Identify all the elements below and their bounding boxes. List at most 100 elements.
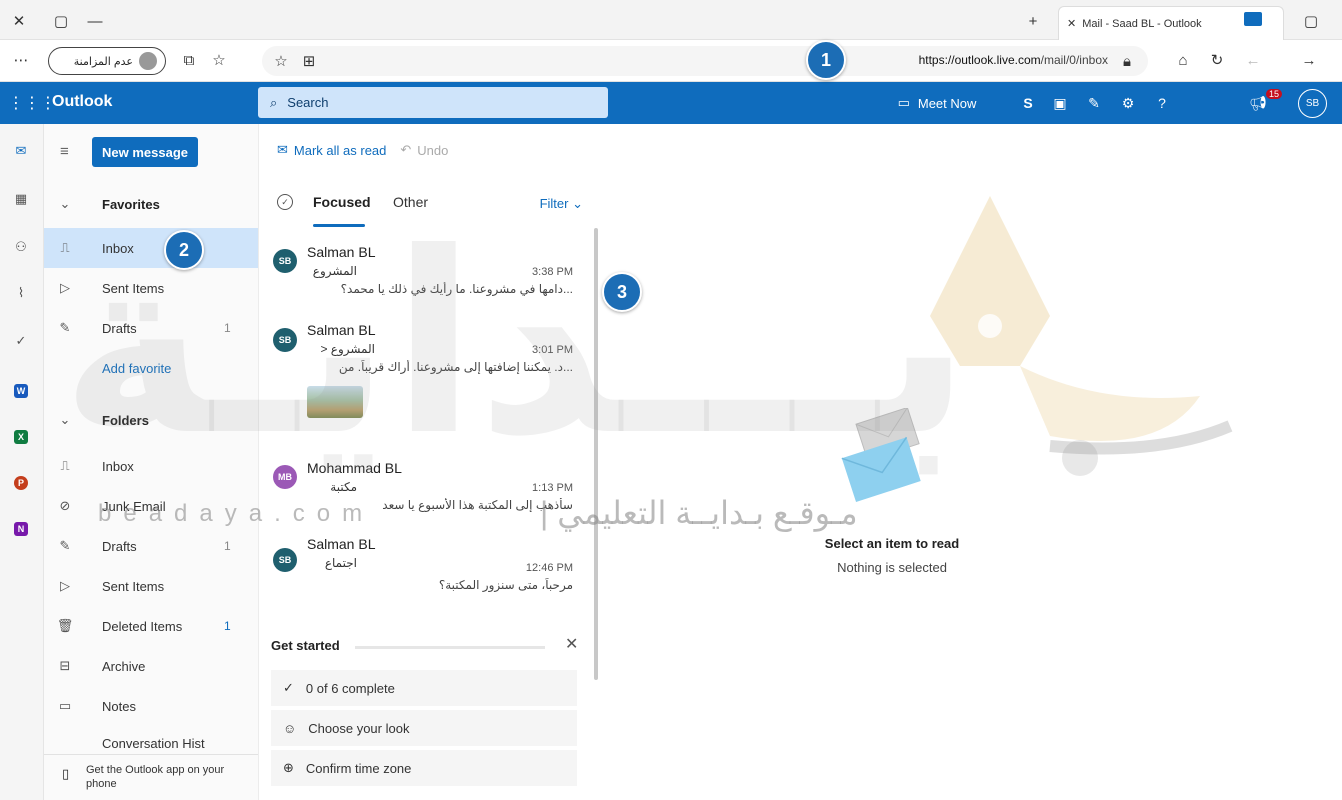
folder-sent-items[interactable]: ▷ Sent Items [44, 566, 258, 606]
powerpoint-icon[interactable]: P [14, 476, 28, 490]
forward-icon[interactable]: → [1298, 49, 1320, 71]
undo-button[interactable]: ↶ Undo [400, 142, 448, 158]
checkmark-icon: ✓ [283, 680, 294, 695]
folder-notes[interactable]: ▭ Notes [44, 686, 258, 726]
mail-icon[interactable]: ✉ [11, 142, 31, 160]
notification-badge: 15 [1266, 89, 1283, 99]
office-icon[interactable]: ▣ [1050, 92, 1070, 114]
back-icon[interactable]: ← [1242, 49, 1264, 71]
url-host: https://outlook.live.com [918, 53, 1041, 67]
command-bar: ✉ Mark all as read ↶ Undo [259, 124, 597, 176]
todo-icon[interactable]: ✓ [11, 332, 31, 350]
skype-icon[interactable]: S [1018, 92, 1038, 114]
get-started-progress-bar [355, 646, 545, 649]
url-text: https://outlook.live.com/mail/0/inbox [919, 53, 1108, 67]
collections-icon[interactable]: ⧉ [178, 49, 200, 71]
brand-title: Outlook [52, 93, 113, 110]
watermark-site: beadaya.com [98, 500, 375, 527]
meet-now-button[interactable]: ▭ Meet Now [882, 92, 992, 114]
get-started-heading: Get started [271, 638, 340, 653]
close-icon[interactable]: ✕ [565, 634, 578, 654]
more-options-icon[interactable]: ⋯ [10, 49, 32, 71]
tab-actions-icon[interactable]: ▢ [50, 10, 72, 32]
list-item[interactable]: SB Salman BL اجتماع 12:46 PM مرحباً، متى… [259, 530, 597, 606]
url-path: /mail/0/inbox [1040, 53, 1108, 67]
address-bar-row: ⋯ عدم المزامنة ⧉ ☆ ☆ ⊞ https://outlook.l… [0, 40, 1342, 82]
profile-button[interactable]: عدم المزامنة [48, 47, 166, 75]
globe-icon: ⊕ [283, 760, 294, 775]
tab-title: Mail - Saad BL - Outlook [1082, 17, 1202, 30]
profile-avatar [139, 52, 157, 70]
callout-3: 3 [602, 272, 650, 320]
minimize-icon[interactable]: — [84, 10, 106, 32]
sender-name: Salman BL [307, 536, 376, 552]
refresh-icon[interactable]: ↻ [1206, 49, 1228, 71]
outlook-tab-icon [1244, 12, 1262, 26]
word-icon[interactable]: W [14, 384, 28, 398]
window-restore-icon[interactable]: ▢ [1300, 10, 1322, 32]
my-day-icon[interactable]: ✎ [1084, 92, 1104, 114]
excel-icon[interactable]: X [14, 430, 28, 444]
choose-look-item[interactable]: ☺ Choose your look [271, 710, 577, 746]
profile-label: عدم المزامنة [73, 55, 133, 68]
pen-nib-watermark-icon [930, 196, 1233, 476]
meet-now-label: Meet Now [917, 95, 977, 111]
send-icon: ▷ [60, 578, 70, 593]
envelope-open-icon: ✉ [277, 142, 288, 157]
add-favorite-icon[interactable]: ☆ [270, 50, 292, 72]
progress-status: ✓ 0 of 6 complete [271, 670, 577, 706]
timestamp: 12:46 PM [525, 562, 573, 574]
callout-1: 1 [806, 40, 854, 88]
phone-icon: ▯ [62, 766, 70, 781]
new-tab-icon[interactable]: + [1022, 10, 1044, 32]
search-input[interactable]: ⌕ Search [258, 87, 608, 118]
callout-number: 3 [602, 272, 642, 312]
mark-all-read-button[interactable]: ✉ Mark all as read [277, 142, 386, 158]
archive-icon: ⊟ [59, 658, 71, 673]
onenote-icon[interactable]: N [14, 522, 28, 536]
close-tab-icon[interactable]: ✕ [1067, 17, 1076, 30]
undo-icon: ↶ [400, 142, 412, 157]
confirm-time-zone-item[interactable]: ⊕ Confirm time zone [271, 750, 577, 786]
favorites-bar-icon[interactable]: ☆ [208, 49, 230, 71]
url-field[interactable]: ☆ ⊞ https://outlook.live.com/mail/0/inbo… [262, 46, 1148, 76]
empty-state-title: Select an item to read [824, 536, 960, 551]
preview: مرحباً، متى سنزور المكتبة؟ [438, 578, 573, 592]
trash-icon: 🗑︎ [56, 618, 74, 633]
folder-drafts[interactable]: ✎ Drafts 1 [44, 526, 258, 566]
settings-icon[interactable]: ⚙ [1118, 92, 1138, 114]
callout-number: 2 [164, 230, 204, 270]
new-message-button[interactable]: New message [92, 137, 198, 167]
home-icon[interactable]: ⌂ [1172, 49, 1194, 71]
search-icon: ⌕ [270, 94, 278, 110]
video-camera-icon: ▭ [897, 95, 910, 110]
folder-archive[interactable]: ⊟ Archive [44, 646, 258, 686]
folder-conversation-history[interactable]: Conversation Hist [44, 724, 258, 754]
get-started-panel: Get started ✕ ✓ 0 of 6 complete ☺ Choose… [259, 624, 597, 800]
palette-icon: ☺ [283, 720, 297, 736]
calendar-icon[interactable]: ▦ [11, 190, 31, 208]
folder-deleted-items[interactable]: 🗑︎ Deleted Items 1 [44, 606, 258, 646]
help-icon[interactable]: ? [1152, 92, 1172, 114]
subject: اجتماع [324, 556, 357, 570]
hamburger-menu-icon[interactable]: ≡ [60, 143, 69, 160]
callout-number: 1 [806, 40, 846, 80]
people-icon[interactable]: ⚇ [11, 238, 31, 256]
attachment-icon[interactable]: ⌇ [11, 284, 31, 302]
app-rail: ✉ ▦ ⚇ ⌇ ✓ W X P N [0, 124, 44, 800]
lock-icon[interactable]: 🔒︎ [1116, 50, 1138, 72]
watermark-tagline: مـوقـع بـدايــة التعليمي | [540, 495, 858, 531]
app-icon[interactable]: ⊞ [298, 50, 320, 72]
search-placeholder: Search [287, 95, 329, 110]
pencil-icon: ✎ [59, 538, 71, 553]
megaphone-icon[interactable]: 📢︎ [1248, 92, 1268, 114]
callout-2: 2 [164, 230, 212, 278]
blocked-icon: ⊘ [59, 498, 71, 513]
empty-state-subtitle: Nothing is selected [837, 560, 947, 575]
avatar[interactable]: SB [1298, 89, 1327, 118]
app-launcher-icon[interactable]: ⋮⋮⋮ [8, 93, 56, 113]
close-window-icon[interactable]: ✕ [8, 10, 30, 32]
get-outlook-app-link[interactable]: ▯ Get the Outlook app on your phone [44, 754, 258, 800]
browser-titlebar: ✕ ▢ — + ✕ Mail - Saad BL - Outlook ▢ [0, 0, 1342, 40]
note-icon: ▭ [58, 698, 72, 713]
